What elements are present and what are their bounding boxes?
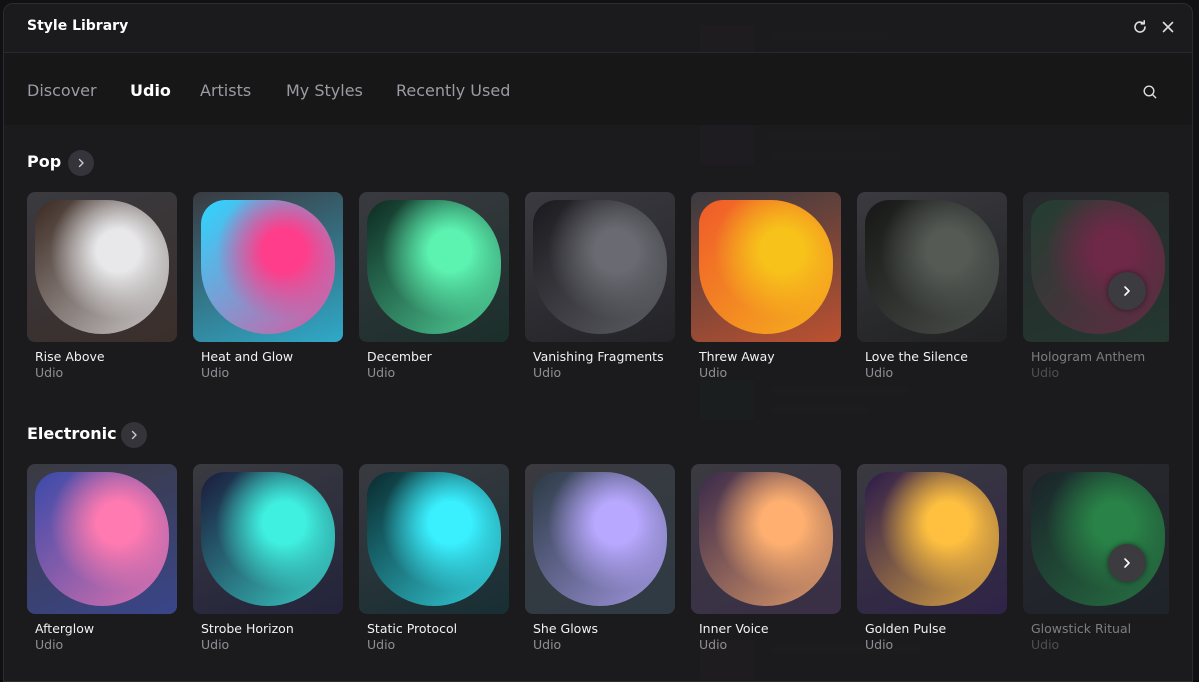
style-card-artwork <box>865 472 999 606</box>
tab-bar: Discover Udio Artists My Styles Recently… <box>4 53 1192 125</box>
style-card[interactable]: Glowstick Ritual Udio <box>1023 464 1169 652</box>
electronic-scroll-next-button[interactable] <box>1108 544 1146 582</box>
style-card-name: Rise Above <box>35 349 105 364</box>
style-card-artwork-frame <box>857 192 1007 342</box>
style-card-artwork-frame <box>1023 192 1169 342</box>
section-title-pop: Pop <box>27 152 62 171</box>
refresh-icon[interactable] <box>1131 18 1149 36</box>
search-icon[interactable] <box>1142 84 1158 100</box>
style-card[interactable]: Heat and Glow Udio <box>193 192 343 380</box>
style-card-source: Udio <box>367 637 396 652</box>
style-card-name: Vanishing Fragments <box>533 349 664 364</box>
style-card-source: Udio <box>367 365 396 380</box>
style-card-artwork-frame <box>857 464 1007 614</box>
chevron-right-icon <box>1124 286 1130 296</box>
style-card-name: Glowstick Ritual <box>1031 621 1132 636</box>
style-card-artwork <box>1031 200 1165 334</box>
style-card-artwork <box>201 472 335 606</box>
style-card-name: Hologram Anthem <box>1031 349 1146 364</box>
style-card-name: Afterglow <box>35 621 95 636</box>
style-card-artwork-frame <box>525 192 675 342</box>
style-card[interactable]: Inner Voice Udio <box>691 464 841 652</box>
style-card-artwork-frame <box>193 464 343 614</box>
style-card[interactable]: Love the Silence Udio <box>857 192 1007 380</box>
style-card-source: Udio <box>201 637 230 652</box>
chevron-right-icon <box>1124 558 1130 568</box>
style-card-artwork-frame <box>359 192 509 342</box>
style-library-modal: Style Library Discover Udio Artists My S… <box>3 3 1193 682</box>
modal-header: Style Library <box>4 4 1192 53</box>
style-card-source: Udio <box>533 365 562 380</box>
style-card-name: Threw Away <box>699 349 775 364</box>
style-card-artwork <box>201 200 335 334</box>
style-card-artwork <box>699 472 833 606</box>
style-card-artwork <box>699 200 833 334</box>
style-card-name: Strobe Horizon <box>201 621 294 636</box>
electronic-card-row: Afterglow Udio Strobe Horizon Udio Static Pr… <box>27 464 1169 664</box>
chevron-right-icon <box>78 158 84 168</box>
style-card-name: Inner Voice <box>699 621 769 636</box>
style-card-artwork-frame <box>525 464 675 614</box>
style-card-source: Udio <box>35 637 64 652</box>
style-card-artwork-frame <box>691 192 841 342</box>
modal-title: Style Library <box>27 18 129 34</box>
style-card-source: Udio <box>865 365 894 380</box>
tab-recently-used[interactable]: Recently Used <box>396 81 510 100</box>
style-card-source: Udio <box>699 365 728 380</box>
style-card[interactable]: Strobe Horizon Udio <box>193 464 343 652</box>
style-card-artwork <box>865 200 999 334</box>
style-card-artwork-frame <box>27 464 177 614</box>
style-card-name: Golden Pulse <box>865 621 947 636</box>
close-icon[interactable] <box>1159 18 1177 36</box>
style-card[interactable]: Rise Above Udio <box>27 192 177 380</box>
pop-card-row: Rise Above Udio Heat and Glow Udio December U… <box>27 192 1169 392</box>
style-card-source: Udio <box>35 365 64 380</box>
style-card[interactable]: Hologram Anthem Udio <box>1023 192 1169 380</box>
style-card[interactable]: She Glows Udio <box>525 464 675 652</box>
style-card-artwork-frame <box>691 464 841 614</box>
chevron-right-icon <box>131 430 137 440</box>
tab-my-styles[interactable]: My Styles <box>286 81 363 100</box>
style-card-source: Udio <box>699 637 728 652</box>
style-card-name: Static Protocol <box>367 621 458 636</box>
style-card-source: Udio <box>865 637 894 652</box>
style-card-artwork-frame <box>1023 464 1169 614</box>
style-card-source: Udio <box>1031 637 1060 652</box>
style-card-artwork <box>35 472 169 606</box>
style-card-name: Heat and Glow <box>201 349 294 364</box>
style-card[interactable]: Golden Pulse Udio <box>857 464 1007 652</box>
style-card-artwork <box>533 200 667 334</box>
style-card[interactable]: Threw Away Udio <box>691 192 841 380</box>
style-card-artwork <box>367 200 501 334</box>
tab-discover[interactable]: Discover <box>27 81 97 100</box>
style-card-artwork <box>367 472 501 606</box>
section-title-electronic: Electronic <box>27 424 117 443</box>
style-card-name: She Glows <box>533 621 599 636</box>
tab-udio[interactable]: Udio <box>130 81 171 100</box>
style-card-source: Udio <box>201 365 230 380</box>
pop-scroll-next-button[interactable] <box>1108 272 1146 310</box>
section-expand-pop-button[interactable] <box>68 150 94 176</box>
style-card[interactable]: December Udio <box>359 192 509 380</box>
style-card-artwork-frame <box>359 464 509 614</box>
style-card-artwork-frame <box>193 192 343 342</box>
style-card-artwork <box>1031 472 1165 606</box>
style-card-artwork-frame <box>27 192 177 342</box>
style-card-source: Udio <box>1031 365 1060 380</box>
style-card[interactable]: Static Protocol Udio <box>359 464 509 652</box>
section-expand-electronic-button[interactable] <box>121 422 147 448</box>
style-card-name: Love the Silence <box>865 349 968 364</box>
tab-artists[interactable]: Artists <box>200 81 251 100</box>
style-card-artwork <box>35 200 169 334</box>
style-card-name: December <box>367 349 432 364</box>
style-card-source: Udio <box>533 637 562 652</box>
style-card[interactable]: Vanishing Fragments Udio <box>525 192 675 380</box>
style-card[interactable]: Afterglow Udio <box>27 464 177 652</box>
style-card-artwork <box>533 472 667 606</box>
